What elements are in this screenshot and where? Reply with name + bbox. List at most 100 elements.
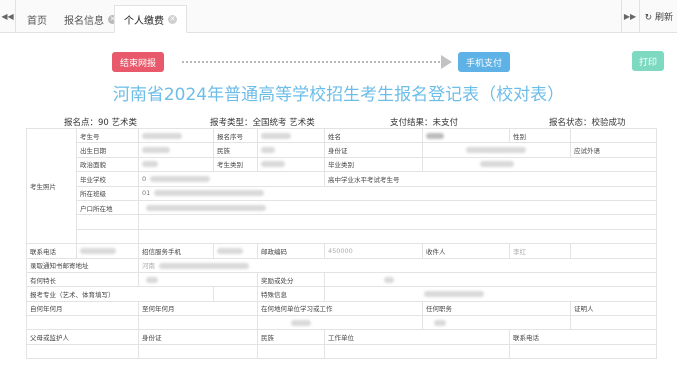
field-value <box>257 156 325 173</box>
tab-scroll-left-button[interactable]: ◀◀ <box>0 0 16 33</box>
field-value <box>570 315 657 331</box>
redacted-value <box>217 247 243 254</box>
field-label: 在何地何单位学习或工作 <box>257 300 423 317</box>
redacted-value <box>159 263 249 270</box>
table-row: 所在班级 01 <box>27 185 657 201</box>
redacted-value <box>80 247 116 254</box>
table-row: 政治面貌 考生类别 毕业类别 <box>27 156 657 173</box>
recipient-value: 李红 <box>509 243 571 259</box>
field-label: 民族 <box>257 329 325 345</box>
mail-value: 河南 <box>142 262 155 271</box>
table-row <box>26 315 657 331</box>
end-registration-label: 结束网报 <box>119 58 156 69</box>
mobile-pay-button[interactable]: 手机支付 <box>458 52 510 72</box>
field-value <box>26 343 139 360</box>
redacted-value <box>154 190 265 197</box>
field-value <box>213 286 258 302</box>
redacted-value <box>142 132 182 139</box>
field-label <box>76 214 139 230</box>
close-icon[interactable]: ✕ <box>168 14 177 24</box>
redacted-value <box>261 147 275 154</box>
redacted-value <box>146 276 158 283</box>
redacted-value <box>480 161 514 168</box>
field-value <box>422 127 510 144</box>
tab-label: 报名信息 <box>64 15 104 27</box>
redacted-value <box>261 132 291 139</box>
field-value <box>509 343 657 360</box>
zip-value: 450000 <box>324 243 423 259</box>
tab-personal-payment[interactable]: 个人缴费 ✕ <box>114 5 187 33</box>
tab-bar: ◀◀ 首页 报名信息 ✕ 个人缴费 ✕ ▶▶ ↻ 刷新 <box>0 0 677 33</box>
field-label <box>76 228 139 245</box>
field-value <box>138 142 214 158</box>
redacted-value <box>146 204 266 211</box>
field-label: 招信服务手机 <box>138 243 214 259</box>
field-value <box>138 228 657 245</box>
table-row: 有何特长 奖励或处分 <box>26 271 657 288</box>
redacted-value <box>150 175 211 182</box>
field-label: 联系电话 <box>509 329 657 345</box>
tab-home[interactable]: 首页 <box>18 5 56 33</box>
field-value <box>26 315 139 331</box>
flow-arrow-icon <box>441 55 452 69</box>
end-registration-button[interactable]: 结束网报 <box>112 52 164 72</box>
field-label: 毕业类别 <box>324 156 423 173</box>
field-label: 邮政编码 <box>257 243 325 259</box>
redacted-value <box>384 276 394 283</box>
tab-label: 个人缴费 <box>124 15 164 27</box>
field-label: 报名序号 <box>213 127 258 144</box>
field-label: 特殊信息 <box>257 286 325 302</box>
refresh-button[interactable]: ↻ 刷新 <box>640 10 677 23</box>
table-row: 父母或监护人 身份证 民族 工作单位 联系电话 <box>26 329 657 345</box>
field-label: 身份证 <box>324 142 423 158</box>
tab-bar-tools: ▶▶ ↻ 刷新 <box>620 0 677 33</box>
redacted-value <box>424 290 484 297</box>
refresh-label: 刷新 <box>654 13 673 23</box>
field-label: 考生类别 <box>213 156 258 173</box>
field-label: 出生日期 <box>76 142 139 158</box>
field-value <box>138 127 214 144</box>
field-value <box>324 271 657 288</box>
field-label: 工作单位 <box>324 329 510 345</box>
field-label: 应试外语 <box>570 142 657 158</box>
registration-status: 报名状态：校验成功 <box>549 118 626 128</box>
field-value <box>422 315 571 331</box>
print-button[interactable]: 打印 <box>632 51 664 71</box>
field-label: 自何年何月 <box>26 300 139 317</box>
field-value <box>422 156 657 173</box>
field-label: 任何职务 <box>422 300 571 317</box>
table-row: 考生照片 考生号 报名序号 姓名 性别 <box>26 127 657 245</box>
field-value <box>324 343 510 360</box>
table-row: 联系电话 招信服务手机 邮政编码 450000 收件人 李红 <box>26 243 657 259</box>
table-row: 报考专业（艺术、体育填写） 特殊信息 <box>26 286 657 302</box>
field-value <box>213 243 258 259</box>
field-label: 至何年何月 <box>138 300 258 317</box>
tab-scroll-right-button[interactable]: ▶▶ <box>622 0 640 33</box>
field-label: 考生号 <box>76 127 139 144</box>
field-label: 收件人 <box>422 243 510 259</box>
field-label: 高中学业水平考试考生号 <box>324 171 657 187</box>
field-label: 有何特长 <box>26 271 139 288</box>
field-value <box>257 315 423 331</box>
payment-result: 支付结果：未支付 <box>390 118 459 128</box>
mobile-pay-label: 手机支付 <box>465 58 502 69</box>
field-value: 0 <box>138 171 325 187</box>
photo-label: 考生照片 <box>26 127 77 245</box>
redacted-value <box>466 147 526 154</box>
field-value <box>570 127 657 144</box>
redacted-value <box>434 319 446 326</box>
field-label: 户口所在地 <box>76 199 139 216</box>
exam-type: 报考类型：全国统考 艺术类 <box>210 118 315 128</box>
redacted-value <box>426 132 444 139</box>
field-value <box>138 271 258 288</box>
field-label: 奖励或处分 <box>257 271 325 288</box>
double-left-arrow-icon: ◀◀ <box>1 12 14 21</box>
table-row <box>27 228 657 245</box>
field-label: 所在班级 <box>76 185 139 201</box>
field-value: 01 <box>138 185 657 201</box>
field-value <box>422 142 571 158</box>
tab-label: 首页 <box>27 15 47 27</box>
field-value: 河南 <box>138 257 657 273</box>
field-label: 民族 <box>213 142 258 158</box>
double-right-arrow-icon: ▶▶ <box>623 12 637 21</box>
